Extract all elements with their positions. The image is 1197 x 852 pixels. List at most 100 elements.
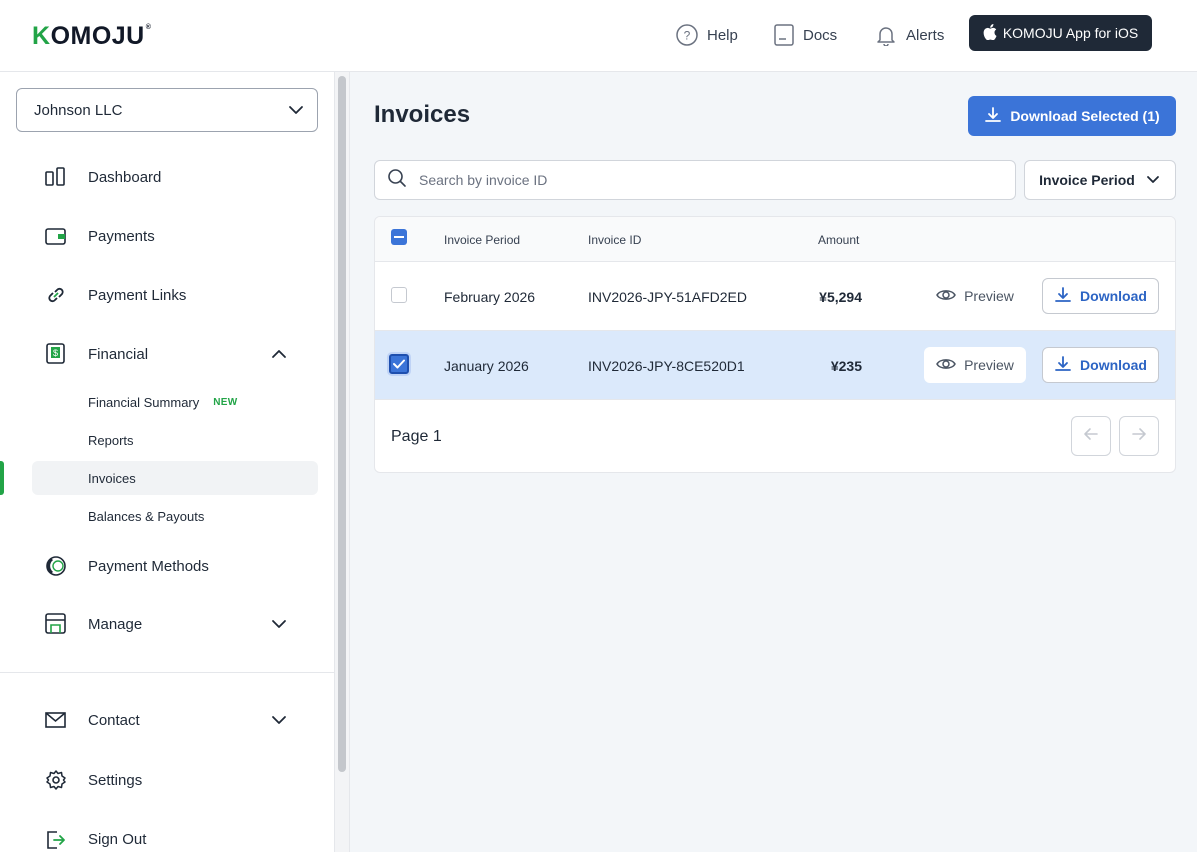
ios-app-button[interactable]: KOMOJU App for iOS bbox=[969, 15, 1152, 51]
download-selected-button[interactable]: Download Selected (1) bbox=[968, 96, 1176, 136]
table-row[interactable]: February 2026 INV2026-JPY-51AFD2ED ¥5,29… bbox=[375, 262, 1175, 331]
sidebar-item-label: Sign Out bbox=[88, 830, 147, 848]
new-badge: NEW bbox=[213, 397, 238, 408]
select-all-checkbox[interactable] bbox=[391, 229, 407, 245]
table-header: Invoice Period Invoice ID Amount bbox=[375, 217, 1175, 262]
arrow-left-icon bbox=[1083, 426, 1099, 447]
download-icon bbox=[1054, 355, 1072, 376]
financial-icon: $ bbox=[44, 342, 68, 366]
search-box bbox=[374, 160, 1016, 200]
alerts-link[interactable]: Alerts bbox=[875, 22, 944, 48]
mail-icon bbox=[44, 708, 68, 732]
bell-icon bbox=[875, 24, 897, 46]
alerts-label: Alerts bbox=[906, 26, 945, 44]
table-row[interactable]: January 2026 INV2026-JPY-8CE520D1 ¥235 P… bbox=[375, 331, 1175, 400]
invoice-period-filter-label: Invoice Period bbox=[1039, 172, 1135, 188]
manage-icon bbox=[44, 612, 68, 636]
eye-icon bbox=[936, 357, 956, 374]
help-label: Help bbox=[707, 26, 738, 44]
sidebar-subitem-financial-summary[interactable]: Financial Summary NEW bbox=[88, 395, 238, 410]
company-name: Johnson LLC bbox=[34, 101, 123, 119]
next-page-button[interactable] bbox=[1119, 416, 1159, 456]
sidebar-subitem-reports[interactable]: Reports bbox=[88, 433, 134, 448]
preview-button[interactable]: Preview bbox=[924, 347, 1026, 383]
sidebar-item-label: Payment Links bbox=[88, 286, 187, 304]
download-icon bbox=[984, 106, 1002, 127]
download-selected-label: Download Selected (1) bbox=[1010, 108, 1160, 124]
sidebar-item-manage[interactable]: Manage bbox=[44, 609, 304, 639]
sidebar-item-label: Financial bbox=[88, 345, 149, 363]
docs-label: Docs bbox=[803, 26, 838, 44]
sidebar-item-label: Dashboard bbox=[88, 168, 162, 186]
payment-methods-icon bbox=[44, 554, 68, 578]
sidebar-item-label: Payment Methods bbox=[88, 557, 209, 575]
sidebar-item-financial[interactable]: $ Financial bbox=[44, 339, 304, 369]
chevron-down-icon bbox=[270, 615, 288, 637]
column-header-invoice-id[interactable]: Invoice ID bbox=[588, 233, 641, 247]
sidebar-item-payment-methods[interactable]: Payment Methods bbox=[44, 551, 304, 581]
sidebar-item-contact[interactable]: Contact bbox=[44, 705, 304, 735]
column-header-invoice-period[interactable]: Invoice Period bbox=[444, 233, 520, 247]
active-item-indicator bbox=[0, 461, 4, 495]
invoices-table: Invoice Period Invoice ID Amount Februar… bbox=[374, 216, 1176, 473]
row-checkbox[interactable] bbox=[389, 354, 409, 374]
sidebar-item-sign-out[interactable]: Sign Out bbox=[44, 824, 304, 852]
download-button[interactable]: Download bbox=[1042, 347, 1159, 383]
download-label: Download bbox=[1080, 357, 1147, 373]
sidebar-item-label: Manage bbox=[88, 615, 143, 633]
previous-page-button[interactable] bbox=[1071, 416, 1111, 456]
link-icon bbox=[44, 283, 68, 307]
search-icon bbox=[387, 168, 407, 193]
search-input[interactable] bbox=[419, 172, 979, 188]
help-link[interactable]: ? Help bbox=[676, 22, 738, 48]
wallet-icon bbox=[44, 224, 68, 248]
download-icon bbox=[1054, 286, 1072, 307]
eye-icon bbox=[936, 288, 956, 305]
docs-link[interactable]: Docs bbox=[774, 22, 837, 48]
invoice-id-cell: INV2026-JPY-8CE520D1 bbox=[588, 358, 745, 374]
row-checkbox[interactable] bbox=[391, 287, 407, 303]
amount-cell: ¥235 bbox=[830, 358, 862, 374]
ios-app-label: KOMOJU App for iOS bbox=[1002, 25, 1139, 41]
chevron-down-icon bbox=[287, 101, 305, 123]
sidebar-item-label: Payments bbox=[88, 227, 155, 245]
column-header-amount[interactable]: Amount bbox=[818, 233, 859, 247]
invoice-period-cell: January 2026 bbox=[444, 358, 529, 374]
sidebar-subitem-balances-payouts[interactable]: Balances & Payouts bbox=[88, 509, 204, 524]
preview-button[interactable]: Preview bbox=[924, 278, 1026, 314]
sidebar-item-label: Settings bbox=[88, 771, 143, 789]
sidebar-subitem-label: Invoices bbox=[88, 471, 136, 486]
download-button[interactable]: Download bbox=[1042, 278, 1159, 314]
sidebar-item-payments[interactable]: Payments bbox=[44, 221, 304, 251]
company-selector[interactable]: Johnson LLC bbox=[16, 88, 318, 132]
sidebar-item-settings[interactable]: Settings bbox=[44, 765, 304, 795]
sidebar-subitem-invoices[interactable]: Invoices bbox=[88, 471, 136, 486]
svg-text:?: ? bbox=[684, 29, 691, 43]
svg-text:$: $ bbox=[53, 348, 58, 358]
preview-label: Preview bbox=[964, 357, 1014, 373]
sidebar-subitem-label: Financial Summary bbox=[88, 395, 200, 410]
scrollbar-thumb[interactable] bbox=[338, 76, 346, 772]
sidebar-subitem-label: Balances & Payouts bbox=[88, 509, 205, 524]
sidebar-subitem-label: Reports bbox=[88, 433, 134, 448]
apple-icon bbox=[983, 23, 997, 43]
chevron-down-icon bbox=[270, 711, 288, 733]
page-indicator: Page 1 bbox=[391, 428, 442, 445]
invoice-period-cell: February 2026 bbox=[444, 289, 536, 305]
sign-out-icon bbox=[44, 827, 68, 851]
active-item-highlight bbox=[32, 461, 318, 495]
document-icon bbox=[774, 24, 794, 46]
sidebar-item-payment-links[interactable]: Payment Links bbox=[44, 280, 304, 310]
sidebar-scrollbar[interactable] bbox=[335, 72, 350, 852]
invoice-period-filter[interactable]: Invoice Period bbox=[1024, 160, 1176, 200]
dashboard-icon bbox=[44, 165, 68, 189]
gear-icon bbox=[44, 768, 68, 792]
chevron-up-icon bbox=[270, 345, 288, 367]
sidebar: Johnson LLC Dashboard Payments Payment L… bbox=[0, 72, 335, 852]
komoju-logo[interactable]: K OMOJU ® bbox=[32, 22, 151, 51]
sidebar-item-label: Contact bbox=[88, 711, 140, 729]
sidebar-item-dashboard[interactable]: Dashboard bbox=[44, 162, 304, 192]
sidebar-divider bbox=[0, 672, 334, 673]
chevron-down-icon bbox=[1145, 171, 1161, 190]
main-content: Invoices Download Selected (1) Invoice P… bbox=[350, 72, 1197, 852]
